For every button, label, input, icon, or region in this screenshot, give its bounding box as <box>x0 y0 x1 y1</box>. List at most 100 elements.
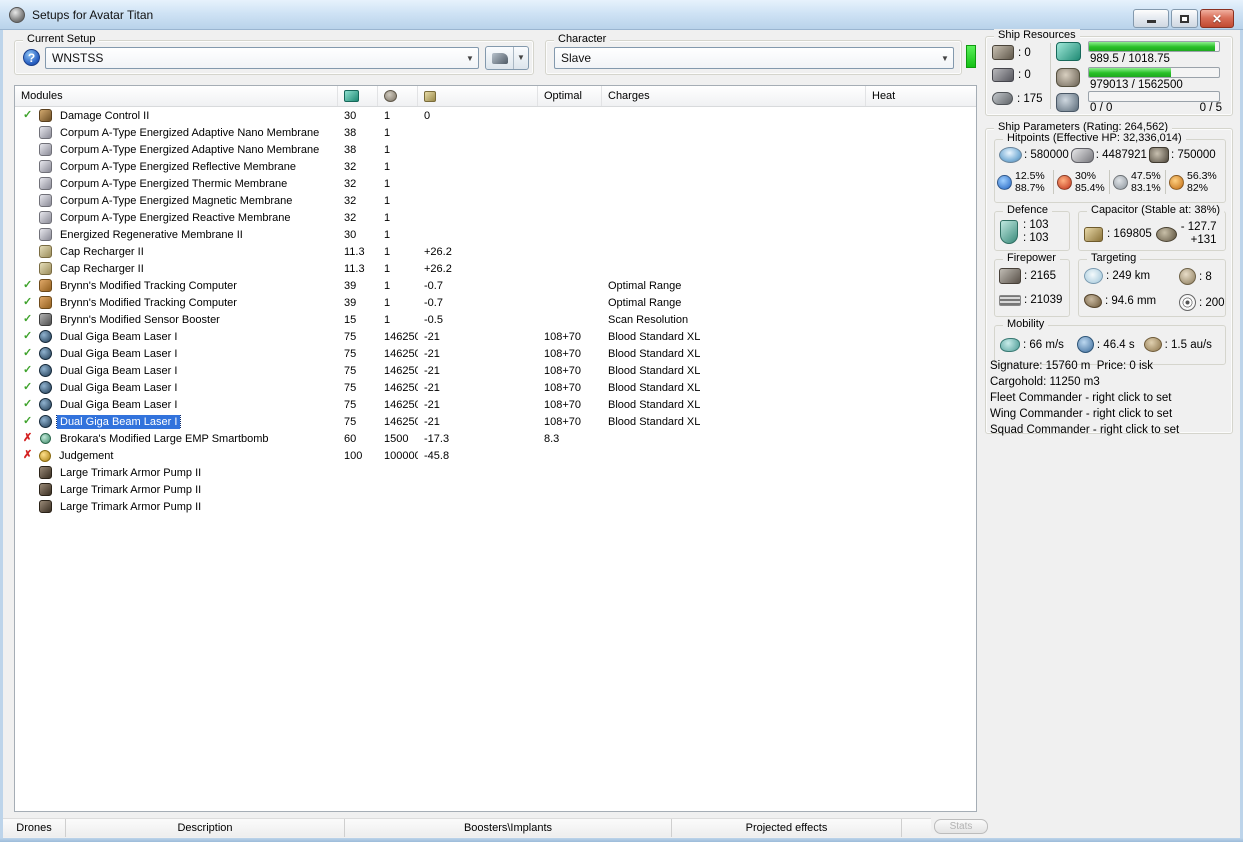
module-name-cell[interactable]: Large Trimark Armor Pump II <box>15 483 338 497</box>
module-name-cell[interactable]: ✓ Dual Giga Beam Laser I <box>15 347 338 361</box>
ship-icon[interactable] <box>486 47 514 69</box>
module-row[interactable]: Corpum A-Type Energized Adaptive Nano Me… <box>15 124 976 141</box>
tab-projected-effects[interactable]: Projected effects <box>672 819 902 837</box>
module-name-cell[interactable]: ✗ Brokara's Modified Large EMP Smartbomb <box>15 432 338 446</box>
module-name[interactable]: Judgement <box>56 449 116 463</box>
online-check-icon[interactable]: ✓ <box>23 381 39 394</box>
module-row[interactable]: Large Trimark Armor Pump II <box>15 481 976 498</box>
column-header-charges[interactable]: Charges <box>602 86 866 106</box>
module-row[interactable]: Corpum A-Type Energized Reflective Membr… <box>15 158 976 175</box>
module-row[interactable]: ✓ Brynn's Modified Tracking Computer 39 1 -0… <box>15 294 976 311</box>
fleet-commander-text[interactable]: Fleet Commander - right click to set <box>990 390 1236 406</box>
module-name-cell[interactable]: Corpum A-Type Energized Adaptive Nano Me… <box>15 143 338 157</box>
restore-button[interactable] <box>1171 9 1198 28</box>
module-name-cell[interactable]: Corpum A-Type Energized Reflective Membr… <box>15 160 338 174</box>
online-check-icon[interactable]: ✓ <box>23 109 39 122</box>
chevron-down-icon[interactable] <box>514 47 528 69</box>
online-check-icon[interactable]: ✓ <box>23 398 39 411</box>
module-name-cell[interactable]: Corpum A-Type Energized Thermic Membrane <box>15 177 338 191</box>
module-row[interactable]: ✗ Judgement 100 100000 -45.8 <box>15 447 976 464</box>
module-name-cell[interactable]: ✓ Dual Giga Beam Laser I <box>15 364 338 378</box>
module-name[interactable]: Dual Giga Beam Laser I <box>55 414 182 429</box>
module-name-cell[interactable]: ✓ Damage Control II <box>15 109 338 123</box>
module-name[interactable]: Brynn's Modified Sensor Booster <box>57 313 223 327</box>
module-name-cell[interactable]: Cap Recharger II <box>15 245 338 259</box>
column-header-powergrid[interactable] <box>378 86 418 106</box>
module-row[interactable]: Corpum A-Type Energized Adaptive Nano Me… <box>15 141 976 158</box>
module-name-cell[interactable]: ✓ Brynn's Modified Tracking Computer <box>15 279 338 293</box>
module-name[interactable]: Cap Recharger II <box>57 245 147 259</box>
module-name[interactable]: Brokara's Modified Large EMP Smartbomb <box>57 432 272 446</box>
module-row[interactable]: ✓ Dual Giga Beam Laser I 75 146250 -21 108+70… <box>15 362 976 379</box>
squad-commander-text[interactable]: Squad Commander - right click to set <box>990 422 1236 438</box>
stats-button[interactable]: Stats <box>934 819 988 834</box>
module-name-cell[interactable]: ✓ Dual Giga Beam Laser I <box>15 398 338 412</box>
module-name[interactable]: Corpum A-Type Energized Adaptive Nano Me… <box>57 143 322 157</box>
module-row[interactable]: ✓ Dual Giga Beam Laser I 75 146250 -21 108+70… <box>15 345 976 362</box>
module-name[interactable]: Corpum A-Type Energized Magnetic Membran… <box>57 194 295 208</box>
column-header-modules[interactable]: Modules <box>15 86 338 106</box>
column-header-optimal[interactable]: Optimal <box>538 86 602 106</box>
module-name[interactable]: Brynn's Modified Tracking Computer <box>57 279 240 293</box>
module-name[interactable]: Corpum A-Type Energized Reflective Membr… <box>57 160 299 174</box>
setup-select[interactable]: WNSTSS <box>45 47 479 69</box>
character-select[interactable]: Slave <box>554 47 954 69</box>
module-row[interactable]: Energized Regenerative Membrane II 30 1 <box>15 226 976 243</box>
column-header-heat[interactable]: Heat <box>866 86 976 106</box>
module-name-cell[interactable]: Corpum A-Type Energized Reactive Membran… <box>15 211 338 225</box>
module-name[interactable]: Large Trimark Armor Pump II <box>57 500 204 514</box>
module-name[interactable]: Dual Giga Beam Laser I <box>57 398 180 412</box>
module-name-cell[interactable]: ✓ Brynn's Modified Tracking Computer <box>15 296 338 310</box>
online-check-icon[interactable]: ✓ <box>23 296 39 309</box>
module-name[interactable]: Brynn's Modified Tracking Computer <box>57 296 240 310</box>
module-row[interactable]: Large Trimark Armor Pump II <box>15 498 976 515</box>
online-check-icon[interactable]: ✓ <box>23 415 39 428</box>
module-name-cell[interactable]: ✓ Dual Giga Beam Laser I <box>15 330 338 344</box>
module-row[interactable]: ✓ Dual Giga Beam Laser I 75 146250 -21 108+70… <box>15 379 976 396</box>
module-name[interactable]: Large Trimark Armor Pump II <box>57 483 204 497</box>
chevron-down-icon[interactable] <box>462 54 478 63</box>
module-name[interactable]: Corpum A-Type Energized Reactive Membran… <box>57 211 294 225</box>
tab-description[interactable]: Description <box>66 819 345 837</box>
chevron-down-icon[interactable] <box>937 54 953 63</box>
module-name-cell[interactable]: Large Trimark Armor Pump II <box>15 500 338 514</box>
module-name[interactable]: Cap Recharger II <box>57 262 147 276</box>
online-check-icon[interactable]: ✓ <box>23 313 39 326</box>
module-name-cell[interactable]: Cap Recharger II <box>15 262 338 276</box>
online-check-icon[interactable]: ✓ <box>23 364 39 377</box>
offline-x-icon[interactable]: ✗ <box>23 432 39 445</box>
module-name[interactable]: Corpum A-Type Energized Thermic Membrane <box>57 177 290 191</box>
module-name[interactable]: Corpum A-Type Energized Adaptive Nano Me… <box>57 126 322 140</box>
module-row[interactable]: Corpum A-Type Energized Reactive Membran… <box>15 209 976 226</box>
module-row[interactable]: ✓ Dual Giga Beam Laser I 75 146250 -21 108+70… <box>15 413 976 430</box>
module-row[interactable]: Cap Recharger II 11.3 1 +26.2 <box>15 260 976 277</box>
module-row[interactable]: ✓ Dual Giga Beam Laser I 75 146250 -21 108+70… <box>15 328 976 345</box>
module-name-cell[interactable]: Large Trimark Armor Pump II <box>15 466 338 480</box>
module-row[interactable]: ✓ Dual Giga Beam Laser I 75 146250 -21 108+70… <box>15 396 976 413</box>
module-row[interactable]: ✓ Brynn's Modified Tracking Computer 39 1 -0… <box>15 277 976 294</box>
module-name-cell[interactable]: Energized Regenerative Membrane II <box>15 228 338 242</box>
module-name[interactable]: Dual Giga Beam Laser I <box>57 347 180 361</box>
module-name[interactable]: Large Trimark Armor Pump II <box>57 466 204 480</box>
minimize-button[interactable] <box>1133 9 1169 28</box>
module-row[interactable]: Large Trimark Armor Pump II <box>15 464 976 481</box>
module-name-cell[interactable]: ✓ Dual Giga Beam Laser I <box>15 381 338 395</box>
module-name-cell[interactable]: ✓ Brynn's Modified Sensor Booster <box>15 313 338 327</box>
online-check-icon[interactable]: ✓ <box>23 330 39 343</box>
module-name[interactable]: Damage Control II <box>57 109 152 123</box>
ship-browser-button[interactable] <box>485 46 529 70</box>
tab-boosters-implants[interactable]: Boosters\Implants <box>345 819 672 837</box>
tab-drones[interactable]: Drones <box>3 819 66 837</box>
module-row[interactable]: Corpum A-Type Energized Magnetic Membran… <box>15 192 976 209</box>
online-check-icon[interactable]: ✓ <box>23 347 39 360</box>
close-button[interactable]: ✕ <box>1200 9 1234 28</box>
module-name-cell[interactable]: Corpum A-Type Energized Magnetic Membran… <box>15 194 338 208</box>
column-header-capacitor[interactable] <box>418 86 538 106</box>
offline-x-icon[interactable]: ✗ <box>23 449 39 462</box>
wing-commander-text[interactable]: Wing Commander - right click to set <box>990 406 1236 422</box>
module-name[interactable]: Dual Giga Beam Laser I <box>57 330 180 344</box>
module-row[interactable]: Cap Recharger II 11.3 1 +26.2 <box>15 243 976 260</box>
module-name-cell[interactable]: ✓ Dual Giga Beam Laser I <box>15 414 338 429</box>
module-name[interactable]: Dual Giga Beam Laser I <box>57 381 180 395</box>
module-name[interactable]: Dual Giga Beam Laser I <box>57 364 180 378</box>
